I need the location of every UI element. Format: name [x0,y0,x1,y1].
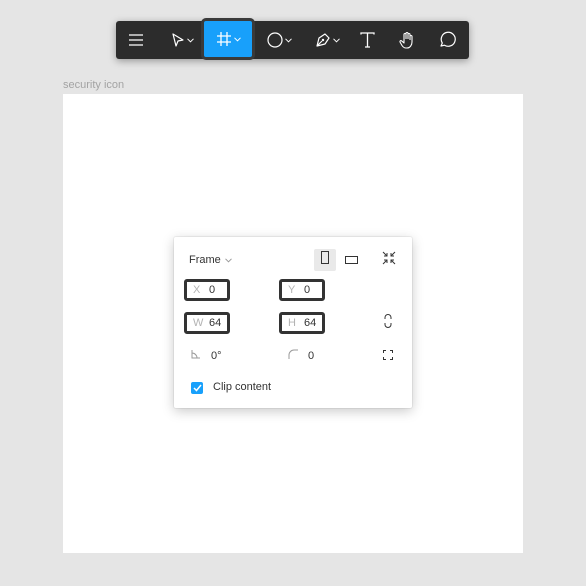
h-label: H [288,317,296,329]
text-icon [359,32,375,48]
rotation-field[interactable]: 0° [191,349,222,362]
hamburger-menu-icon [129,34,143,46]
text-tool-button[interactable] [349,21,385,59]
cursor-arrow-icon [171,33,185,47]
h-value: 64 [304,317,317,329]
width-field[interactable]: W 64 [184,312,230,334]
w-label: W [193,317,204,329]
hand-tool-button[interactable] [389,21,425,59]
comment-bubble-icon [438,31,456,49]
height-field[interactable]: H 64 [279,312,325,334]
x-value: 0 [209,284,216,296]
independent-corners-icon [383,347,393,365]
frame-hash-icon [216,31,232,47]
landscape-icon [344,251,358,269]
resize-to-fit-button[interactable] [378,249,400,271]
frame-name-label[interactable]: security icon [63,79,124,91]
clip-content-checkbox[interactable] [191,382,203,394]
frame-properties-panel: Frame X 0 Y 0 W 64 H 64 0° 0 Clip conten… [174,237,412,408]
y-label: Y [288,284,296,296]
hand-icon [398,31,416,49]
x-label: X [193,284,201,296]
checkmark-icon [192,379,202,397]
chevron-down-icon [221,254,232,266]
independent-corners-button[interactable] [381,349,395,363]
pen-tool-button[interactable] [305,21,349,59]
corner-radius-value: 0 [308,349,315,362]
main-menu-button[interactable] [116,21,156,59]
rotation-angle-icon [191,349,211,362]
resize-to-fit-icon [382,251,396,270]
shape-tool-button[interactable] [257,21,301,59]
move-tool-button[interactable] [162,21,202,59]
landscape-orientation-button[interactable] [340,249,362,271]
portrait-icon [321,251,329,269]
constrain-proportions-button[interactable] [381,313,395,333]
frame-type-dropdown[interactable]: Frame [189,254,232,266]
link-icon [383,313,393,333]
y-value: 0 [304,284,311,296]
x-position-field[interactable]: X 0 [184,279,230,301]
clip-content-label: Clip content [213,381,272,393]
toolbar [116,18,469,60]
ellipse-icon [266,32,283,48]
chevron-down-icon [186,37,194,43]
w-value: 64 [209,317,222,329]
corner-radius-field[interactable]: 0 [288,349,314,362]
pen-icon [315,32,331,48]
portrait-orientation-button[interactable] [314,249,336,271]
corner-radius-icon [288,349,308,362]
comment-tool-button[interactable] [429,21,465,59]
rotation-value: 0° [211,349,222,362]
y-position-field[interactable]: Y 0 [279,279,325,301]
chevron-down-icon [332,37,340,43]
chevron-down-icon [284,37,292,43]
frame-type-label: Frame [189,254,221,266]
frame-tool-button[interactable] [201,18,255,60]
chevron-down-icon [233,36,241,42]
